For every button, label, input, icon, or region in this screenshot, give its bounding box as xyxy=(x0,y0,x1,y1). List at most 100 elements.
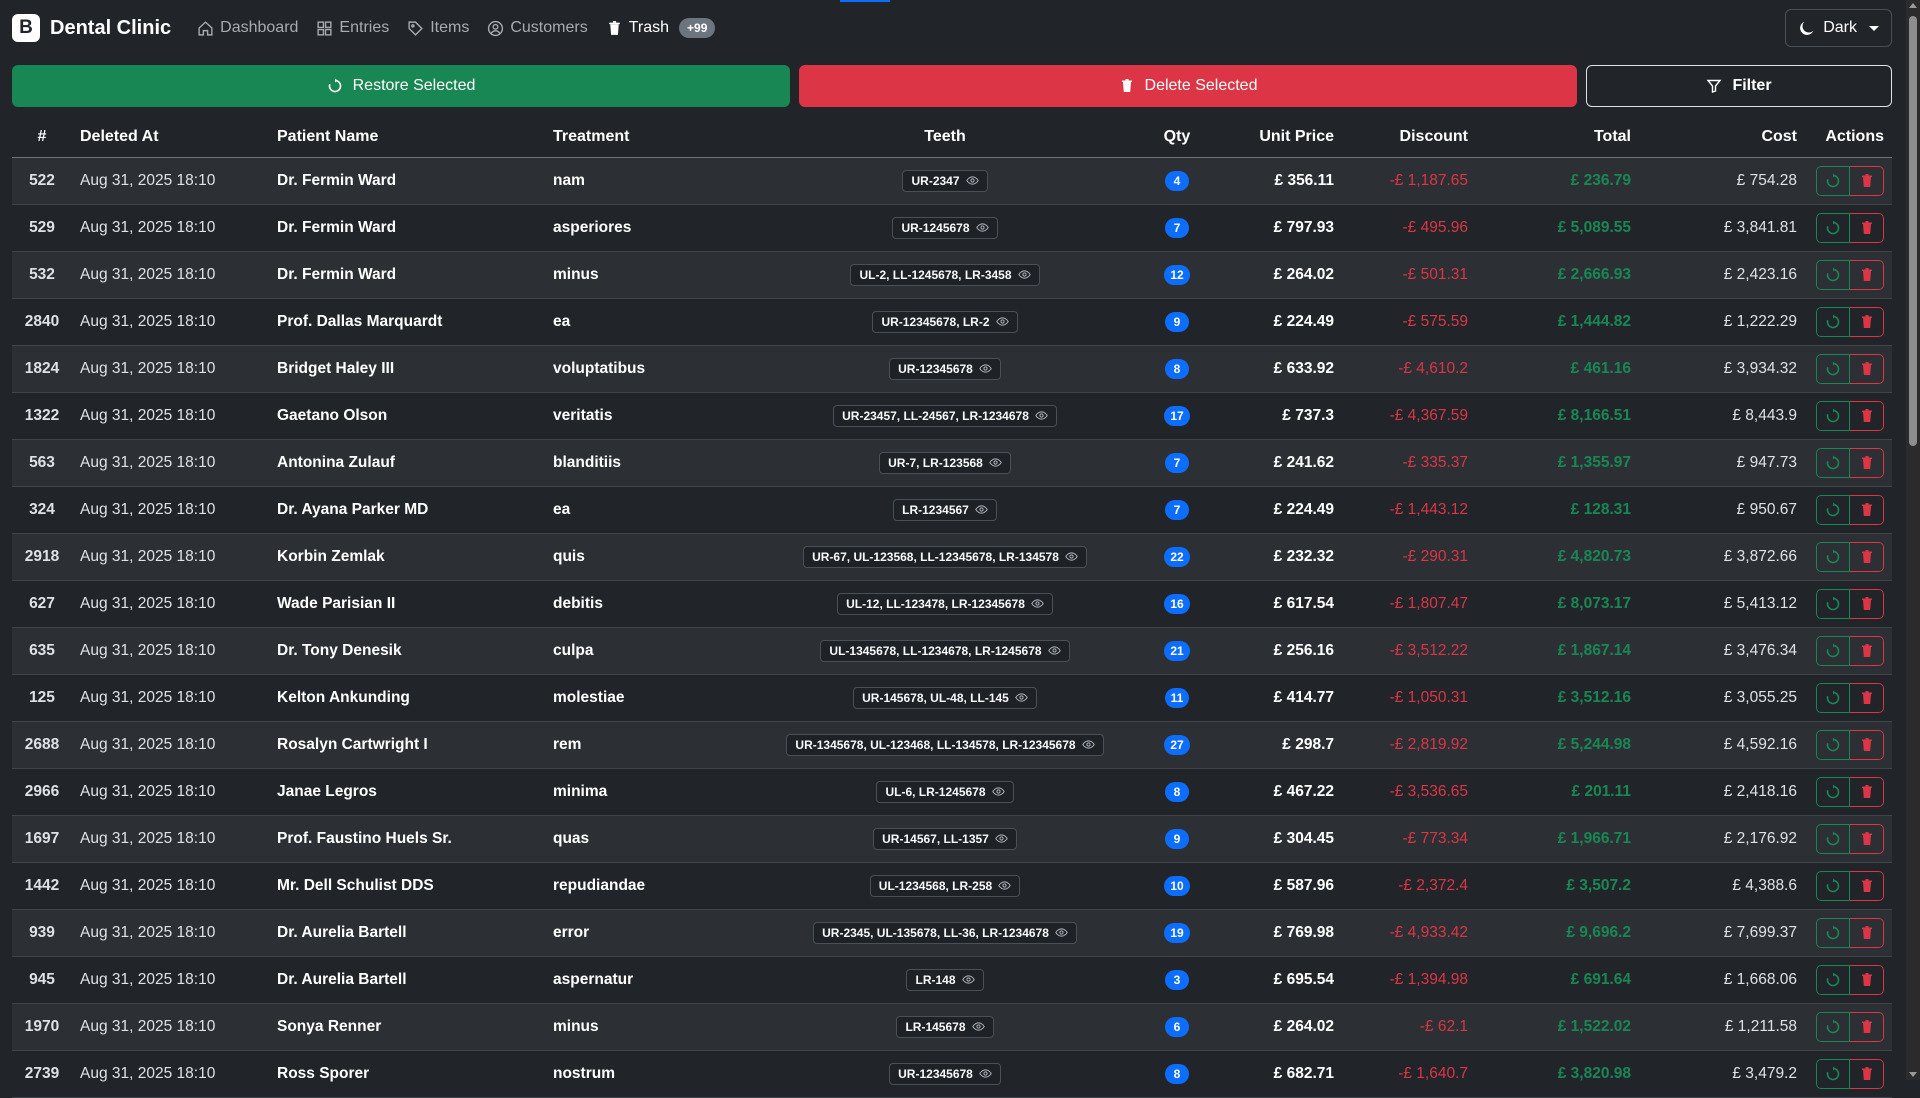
teeth-chip[interactable]: UL-1234568, LR-258 xyxy=(869,874,1021,897)
column-header-qty[interactable]: Qty xyxy=(1145,117,1209,158)
restore-selected-button[interactable]: Restore Selected xyxy=(12,65,790,107)
table-row[interactable]: 522 Aug 31, 2025 18:10 Dr. Fermin Ward nam U… xyxy=(12,157,1892,205)
teeth-chip[interactable]: UR-2345, UL-135678, LL-36, LR-1234678 xyxy=(813,921,1077,944)
teeth-chip[interactable]: UR-23457, LL-24567, LR-1234678 xyxy=(833,404,1057,427)
table-row[interactable]: 2966 Aug 31, 2025 18:10 Janae Legros minima… xyxy=(12,768,1892,816)
delete-row-button[interactable] xyxy=(1850,353,1884,384)
delete-row-button[interactable] xyxy=(1850,259,1884,290)
table-row[interactable]: 939 Aug 31, 2025 18:10 Dr. Aurelia Bartell… xyxy=(12,909,1892,957)
table-row[interactable]: 2840 Aug 31, 2025 18:10 Prof. Dallas Marqu… xyxy=(12,298,1892,346)
delete-row-button[interactable] xyxy=(1850,212,1884,243)
delete-row-button[interactable] xyxy=(1850,1011,1884,1042)
teeth-chip[interactable]: LR-1234567 xyxy=(893,498,997,521)
table-row[interactable]: 532 Aug 31, 2025 18:10 Dr. Fermin Ward minu… xyxy=(12,251,1892,299)
restore-row-button[interactable] xyxy=(1816,494,1850,525)
teeth-chip[interactable]: LR-145678 xyxy=(896,1015,994,1038)
delete-row-button[interactable] xyxy=(1850,823,1884,854)
filter-button[interactable]: Filter xyxy=(1586,65,1892,107)
delete-row-button[interactable] xyxy=(1850,776,1884,807)
teeth-chip[interactable]: UR-2347 xyxy=(902,169,988,192)
teeth-chip[interactable]: UR-7, LR-123568 xyxy=(879,451,1011,474)
delete-row-button[interactable] xyxy=(1850,494,1884,525)
restore-row-button[interactable] xyxy=(1816,1058,1850,1089)
nav-link-customers[interactable]: Customers xyxy=(487,19,588,37)
table-row[interactable]: 529 Aug 31, 2025 18:10 Dr. Fermin Ward aspe… xyxy=(12,204,1892,252)
delete-selected-button[interactable]: Delete Selected xyxy=(799,65,1577,107)
delete-row-button[interactable] xyxy=(1850,588,1884,619)
table-row[interactable]: 1970 Aug 31, 2025 18:10 Sonya Renner minus L… xyxy=(12,1003,1892,1051)
delete-row-button[interactable] xyxy=(1850,729,1884,760)
teeth-chip[interactable]: UL-12, LL-123478, LR-12345678 xyxy=(837,592,1053,615)
table-row[interactable]: 1824 Aug 31, 2025 18:10 Bridget Haley III v… xyxy=(12,345,1892,393)
table-row[interactable]: 2739 Aug 31, 2025 18:10 Ross Sporer nostrum… xyxy=(12,1050,1892,1098)
teeth-chip[interactable]: UR-1245678 xyxy=(892,216,998,239)
teeth-chip[interactable]: UR-12345678 xyxy=(889,357,1001,380)
delete-row-button[interactable] xyxy=(1850,964,1884,995)
restore-row-button[interactable] xyxy=(1816,306,1850,337)
theme-toggle-button[interactable]: Dark xyxy=(1785,9,1892,47)
teeth-chip[interactable]: UR-12345678, LR-2 xyxy=(872,310,1018,333)
nav-link-trash[interactable]: Trash +99 xyxy=(606,18,716,38)
delete-row-button[interactable] xyxy=(1850,400,1884,431)
delete-row-button[interactable] xyxy=(1850,447,1884,478)
brand[interactable]: B Dental Clinic xyxy=(12,14,171,42)
table-row[interactable]: 2688 Aug 31, 2025 18:10 Rosalyn Cartwright… xyxy=(12,721,1892,769)
restore-row-button[interactable] xyxy=(1816,212,1850,243)
delete-row-button[interactable] xyxy=(1850,1058,1884,1089)
table-row[interactable]: 945 Aug 31, 2025 18:10 Dr. Aurelia Bartell… xyxy=(12,956,1892,1004)
page-scrollbar[interactable] xyxy=(1906,0,1920,1080)
column-header-discount[interactable]: Discount xyxy=(1342,117,1476,158)
table-row[interactable]: 324 Aug 31, 2025 18:10 Dr. Ayana Parker MD… xyxy=(12,486,1892,534)
scrollbar-thumb[interactable] xyxy=(1909,16,1917,446)
nav-link-dashboard[interactable]: Dashboard xyxy=(197,19,298,37)
teeth-chip[interactable]: UR-14567, LL-1357 xyxy=(873,827,1017,850)
teeth-chip[interactable]: UR-12345678 xyxy=(889,1062,1001,1085)
scroll-up-arrow-icon[interactable] xyxy=(1909,3,1917,8)
restore-row-button[interactable] xyxy=(1816,870,1850,901)
column-header-teeth[interactable]: Teeth xyxy=(745,117,1145,158)
restore-row-button[interactable] xyxy=(1816,165,1850,196)
delete-row-button[interactable] xyxy=(1850,165,1884,196)
column-header-total[interactable]: Total xyxy=(1476,117,1639,158)
restore-row-button[interactable] xyxy=(1816,729,1850,760)
table-row[interactable]: 563 Aug 31, 2025 18:10 Antonina Zulauf blan… xyxy=(12,439,1892,487)
restore-row-button[interactable] xyxy=(1816,635,1850,666)
restore-row-button[interactable] xyxy=(1816,776,1850,807)
column-header-cost[interactable]: Cost xyxy=(1639,117,1805,158)
teeth-chip[interactable]: UR-1345678, UL-123468, LL-134578, LR-123… xyxy=(786,733,1104,756)
delete-row-button[interactable] xyxy=(1850,917,1884,948)
teeth-chip[interactable]: LR-148 xyxy=(906,968,984,991)
restore-row-button[interactable] xyxy=(1816,447,1850,478)
table-row[interactable]: 627 Aug 31, 2025 18:10 Wade Parisian II deb… xyxy=(12,580,1892,628)
delete-row-button[interactable] xyxy=(1850,682,1884,713)
restore-row-button[interactable] xyxy=(1816,964,1850,995)
teeth-chip[interactable]: UR-145678, UL-48, LL-145 xyxy=(853,686,1037,709)
nav-link-items[interactable]: Items xyxy=(407,19,469,37)
restore-row-button[interactable] xyxy=(1816,823,1850,854)
restore-row-button[interactable] xyxy=(1816,259,1850,290)
delete-row-button[interactable] xyxy=(1850,541,1884,572)
restore-row-button[interactable] xyxy=(1816,1011,1850,1042)
nav-link-entries[interactable]: Entries xyxy=(316,19,389,37)
column-header-patient[interactable]: Patient Name xyxy=(269,117,545,158)
table-row[interactable]: 635 Aug 31, 2025 18:10 Dr. Tony Denesik cul… xyxy=(12,627,1892,675)
column-header-unit-price[interactable]: Unit Price xyxy=(1209,117,1342,158)
column-header-id[interactable]: # xyxy=(12,117,72,158)
teeth-chip[interactable]: UL-1345678, LL-1234678, LR-1245678 xyxy=(820,639,1070,662)
column-header-deleted-at[interactable]: Deleted At xyxy=(72,117,269,158)
teeth-chip[interactable]: UR-67, UL-123568, LL-12345678, LR-134578 xyxy=(803,545,1087,568)
restore-row-button[interactable] xyxy=(1816,541,1850,572)
delete-row-button[interactable] xyxy=(1850,870,1884,901)
table-row[interactable]: 1697 Aug 31, 2025 18:10 Prof. Faustino Hue… xyxy=(12,815,1892,863)
column-header-treatment[interactable]: Treatment xyxy=(545,117,745,158)
restore-row-button[interactable] xyxy=(1816,588,1850,619)
teeth-chip[interactable]: UL-2, LL-1245678, LR-3458 xyxy=(850,263,1040,286)
restore-row-button[interactable] xyxy=(1816,682,1850,713)
table-row[interactable]: 1322 Aug 31, 2025 18:10 Gaetano Olson verit… xyxy=(12,392,1892,440)
scroll-down-arrow-icon[interactable] xyxy=(1909,1072,1917,1077)
table-row[interactable]: 2918 Aug 31, 2025 18:10 Korbin Zemlak quis U… xyxy=(12,533,1892,581)
table-row[interactable]: 1442 Aug 31, 2025 18:10 Mr. Dell Schulist … xyxy=(12,862,1892,910)
table-row[interactable]: 125 Aug 31, 2025 18:10 Kelton Ankunding mol… xyxy=(12,674,1892,722)
restore-row-button[interactable] xyxy=(1816,353,1850,384)
restore-row-button[interactable] xyxy=(1816,400,1850,431)
